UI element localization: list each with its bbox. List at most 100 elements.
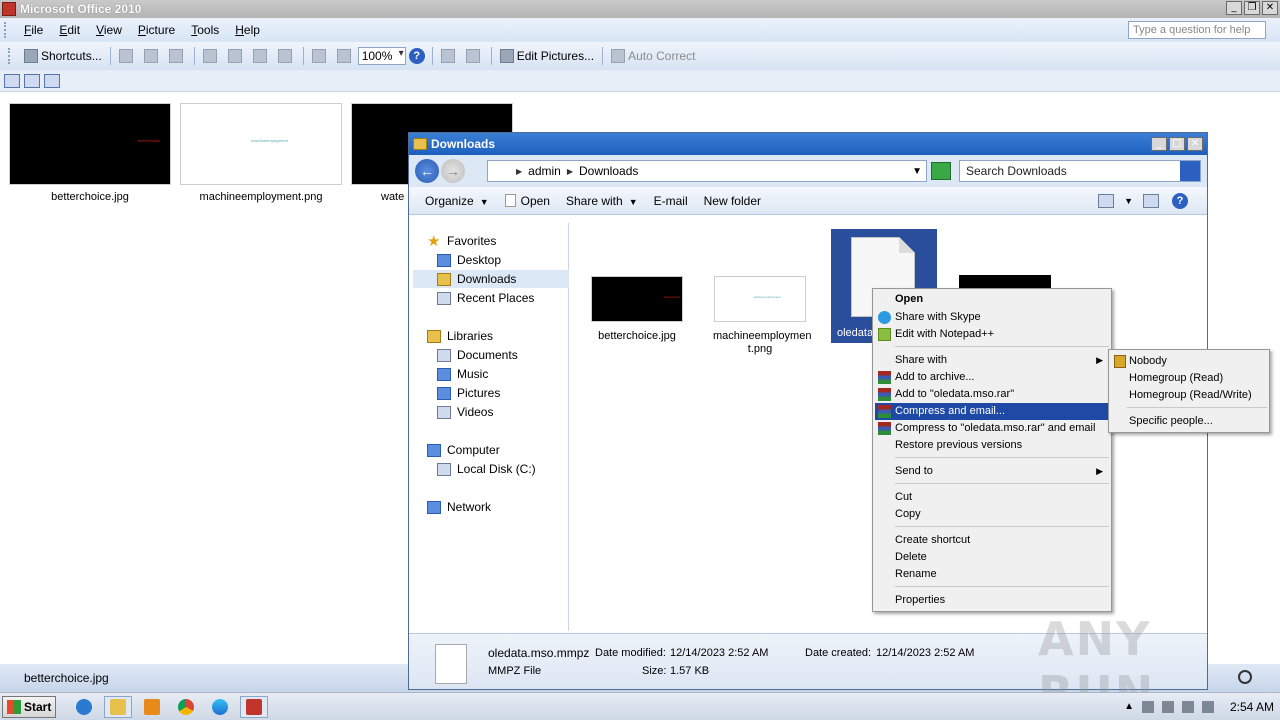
share-specific-people[interactable]: Specific people... — [1111, 413, 1267, 430]
delete-button[interactable] — [274, 45, 299, 67]
volume-icon[interactable] — [1141, 700, 1154, 713]
help-icon[interactable]: ? — [1172, 193, 1188, 209]
taskbar-chrome[interactable] — [172, 696, 200, 718]
explorer-minimize-button[interactable]: _ — [1151, 137, 1167, 151]
open-button[interactable]: Open — [497, 193, 558, 208]
menu-tools[interactable]: Tools — [183, 23, 227, 37]
new-folder-button[interactable]: New folder — [696, 194, 769, 208]
menu-picture[interactable]: Picture — [130, 23, 183, 37]
ctx-create-shortcut[interactable]: Create shortcut — [875, 532, 1109, 549]
undo-button[interactable] — [308, 45, 333, 67]
ctx-cut[interactable]: Cut — [875, 489, 1109, 506]
menu-view[interactable]: View — [88, 23, 130, 37]
nav-pictures[interactable]: Pictures — [437, 384, 500, 402]
nav-favorites[interactable]: ★ Favorites — [427, 232, 496, 250]
explorer-close-button[interactable]: ✕ — [1187, 137, 1203, 151]
ctx-edit-notepadpp[interactable]: Edit with Notepad++ — [875, 326, 1109, 343]
view-dropdown-icon[interactable]: ▼ — [1124, 196, 1133, 206]
ctx-open[interactable]: Open — [875, 291, 1109, 308]
action-center-flag-icon[interactable] — [1201, 700, 1214, 713]
menu-edit[interactable]: Edit — [51, 23, 88, 37]
nav-desktop[interactable]: Desktop — [437, 251, 501, 269]
email-button[interactable]: E-mail — [646, 194, 696, 208]
taskbar-edge[interactable] — [206, 696, 234, 718]
gallery-thumb[interactable]: betterchoice betterchoice.jpg — [9, 103, 171, 203]
share-homegroup-read[interactable]: Homegroup (Read) — [1111, 370, 1267, 387]
tray-expand-icon[interactable]: ▲ — [1124, 701, 1134, 712]
network-tray-icon[interactable] — [1161, 700, 1174, 713]
breadcrumb-arrow[interactable]: ▶ — [567, 167, 573, 176]
search-input[interactable]: Search Downloads — [959, 160, 1201, 182]
nav-computer[interactable]: Computer — [427, 441, 500, 459]
menu-help[interactable]: Help — [227, 23, 268, 37]
minimize-button[interactable]: _ — [1226, 1, 1242, 15]
battery-icon[interactable] — [1181, 700, 1194, 713]
forward-button[interactable]: → — [441, 159, 465, 183]
save-button[interactable] — [115, 45, 140, 67]
preview-pane-icon[interactable] — [1143, 194, 1159, 208]
nav-documents[interactable]: Documents — [437, 346, 518, 364]
single-picture-view-icon[interactable] — [44, 73, 60, 88]
taskbar-explorer[interactable] — [104, 695, 132, 718]
close-button[interactable]: ✕ — [1262, 1, 1278, 15]
edit-pictures-button[interactable]: Edit Pictures... — [496, 45, 598, 67]
taskbar-ie[interactable] — [70, 696, 98, 718]
start-button[interactable]: Start — [2, 695, 56, 718]
ctx-properties[interactable]: Properties — [875, 592, 1109, 609]
clock[interactable]: 2:54 AM — [1230, 700, 1274, 714]
ctx-add-to-archive[interactable]: Add to archive... — [875, 369, 1109, 386]
nav-music[interactable]: Music — [437, 365, 488, 383]
filmstrip-view-icon[interactable] — [24, 73, 40, 88]
taskbar-picture-manager[interactable] — [240, 695, 268, 718]
zoom-select[interactable]: 100% — [357, 47, 406, 65]
change-view-icon[interactable] — [1098, 194, 1115, 208]
nav-recent-places[interactable]: Recent Places — [437, 289, 534, 307]
explorer-maximize-button[interactable]: □ — [1169, 137, 1185, 151]
nav-libraries[interactable]: Libraries — [427, 327, 493, 345]
nav-local-disk[interactable]: Local Disk (C:) — [437, 460, 536, 478]
share-nobody[interactable]: Nobody — [1111, 353, 1267, 370]
ctx-share-with-skype[interactable]: Share with Skype — [875, 309, 1109, 326]
ctx-restore-previous-versions[interactable]: Restore previous versions — [875, 437, 1109, 454]
ctx-compress-and-email[interactable]: Compress and email... — [875, 403, 1109, 420]
redo-button[interactable] — [333, 45, 358, 67]
email-button[interactable] — [165, 45, 190, 67]
print-button[interactable] — [140, 45, 165, 67]
address-dropdown-icon[interactable]: ▼ — [912, 166, 922, 177]
ctx-compress-rar-email[interactable]: Compress to "oledata.mso.rar" and email — [875, 420, 1109, 437]
file-thumbnail[interactable] — [959, 275, 1051, 289]
ctx-delete[interactable]: Delete — [875, 549, 1109, 566]
help-search-input[interactable]: Type a question for help — [1128, 21, 1266, 39]
paste-button[interactable] — [249, 45, 274, 67]
back-button[interactable]: ← — [415, 159, 439, 183]
restore-button[interactable]: ❐ — [1244, 1, 1260, 15]
cut-button[interactable] — [199, 45, 224, 67]
ctx-copy[interactable]: Copy — [875, 506, 1109, 523]
search-icon[interactable] — [1180, 161, 1200, 181]
refresh-button[interactable] — [931, 162, 951, 180]
breadcrumb-admin[interactable]: admin — [528, 164, 561, 178]
breadcrumb-downloads[interactable]: Downloads — [579, 164, 638, 178]
rotate-left-button[interactable] — [437, 45, 462, 67]
help-icon[interactable]: ? — [408, 48, 425, 64]
taskbar-media-player[interactable] — [138, 696, 166, 718]
breadcrumb-arrow[interactable]: ▶ — [516, 167, 522, 176]
ctx-share-with[interactable]: Share with ▶ — [875, 352, 1109, 369]
thumbnail-view-icon[interactable] — [4, 73, 20, 88]
ctx-rename[interactable]: Rename — [875, 566, 1109, 583]
organize-button[interactable]: Organize ▼ — [417, 194, 497, 208]
share-homegroup-readwrite[interactable]: Homegroup (Read/Write) — [1111, 387, 1267, 404]
gallery-thumb[interactable]: machineemployment machineemployment.png — [180, 103, 342, 203]
nav-downloads[interactable]: Downloads — [413, 270, 569, 288]
file-item[interactable]: machineemployment machineemploymen t.png — [713, 276, 811, 356]
ctx-add-to-rar[interactable]: Add to "oledata.mso.rar" — [875, 386, 1109, 403]
shortcuts-button[interactable]: Shortcuts... — [20, 45, 106, 67]
rotate-right-button[interactable] — [462, 45, 487, 67]
menu-file[interactable]: File — [16, 23, 51, 37]
file-item[interactable]: betterchoice betterchoice.jpg — [591, 276, 683, 356]
copy-button[interactable] — [224, 45, 249, 67]
ctx-send-to[interactable]: Send to ▶ — [875, 463, 1109, 480]
address-bar[interactable]: ▶ admin ▶ Downloads ▼ — [487, 160, 927, 182]
nav-videos[interactable]: Videos — [437, 403, 493, 421]
share-with-button[interactable]: Share with ▼ — [558, 194, 646, 208]
